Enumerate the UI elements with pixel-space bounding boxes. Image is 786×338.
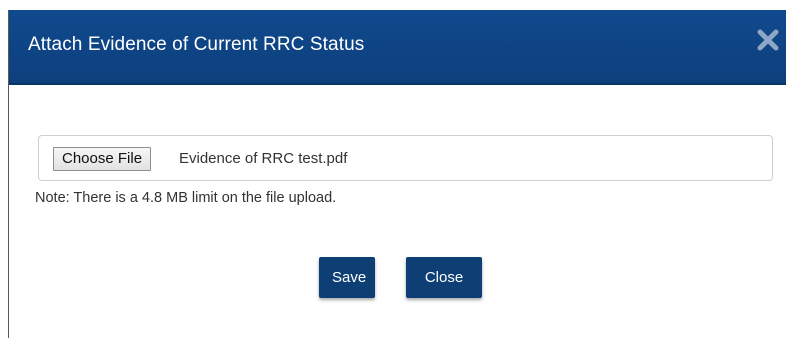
dialog-header: Attach Evidence of Current RRC Status	[9, 10, 786, 85]
close-icon[interactable]	[756, 28, 780, 52]
close-button[interactable]: Close	[406, 257, 482, 298]
selected-file-name: Evidence of RRC test.pdf	[179, 150, 348, 167]
save-button[interactable]: Save	[319, 257, 375, 298]
choose-file-button[interactable]: Choose File	[53, 147, 152, 171]
upload-limit-note: Note: There is a 4.8 MB limit on the fil…	[35, 190, 337, 206]
attach-evidence-dialog: Attach Evidence of Current RRC Status Ch…	[8, 10, 786, 338]
file-upload-field: Choose File Evidence of RRC test.pdf	[38, 135, 773, 181]
dialog-title: Attach Evidence of Current RRC Status	[28, 34, 365, 55]
